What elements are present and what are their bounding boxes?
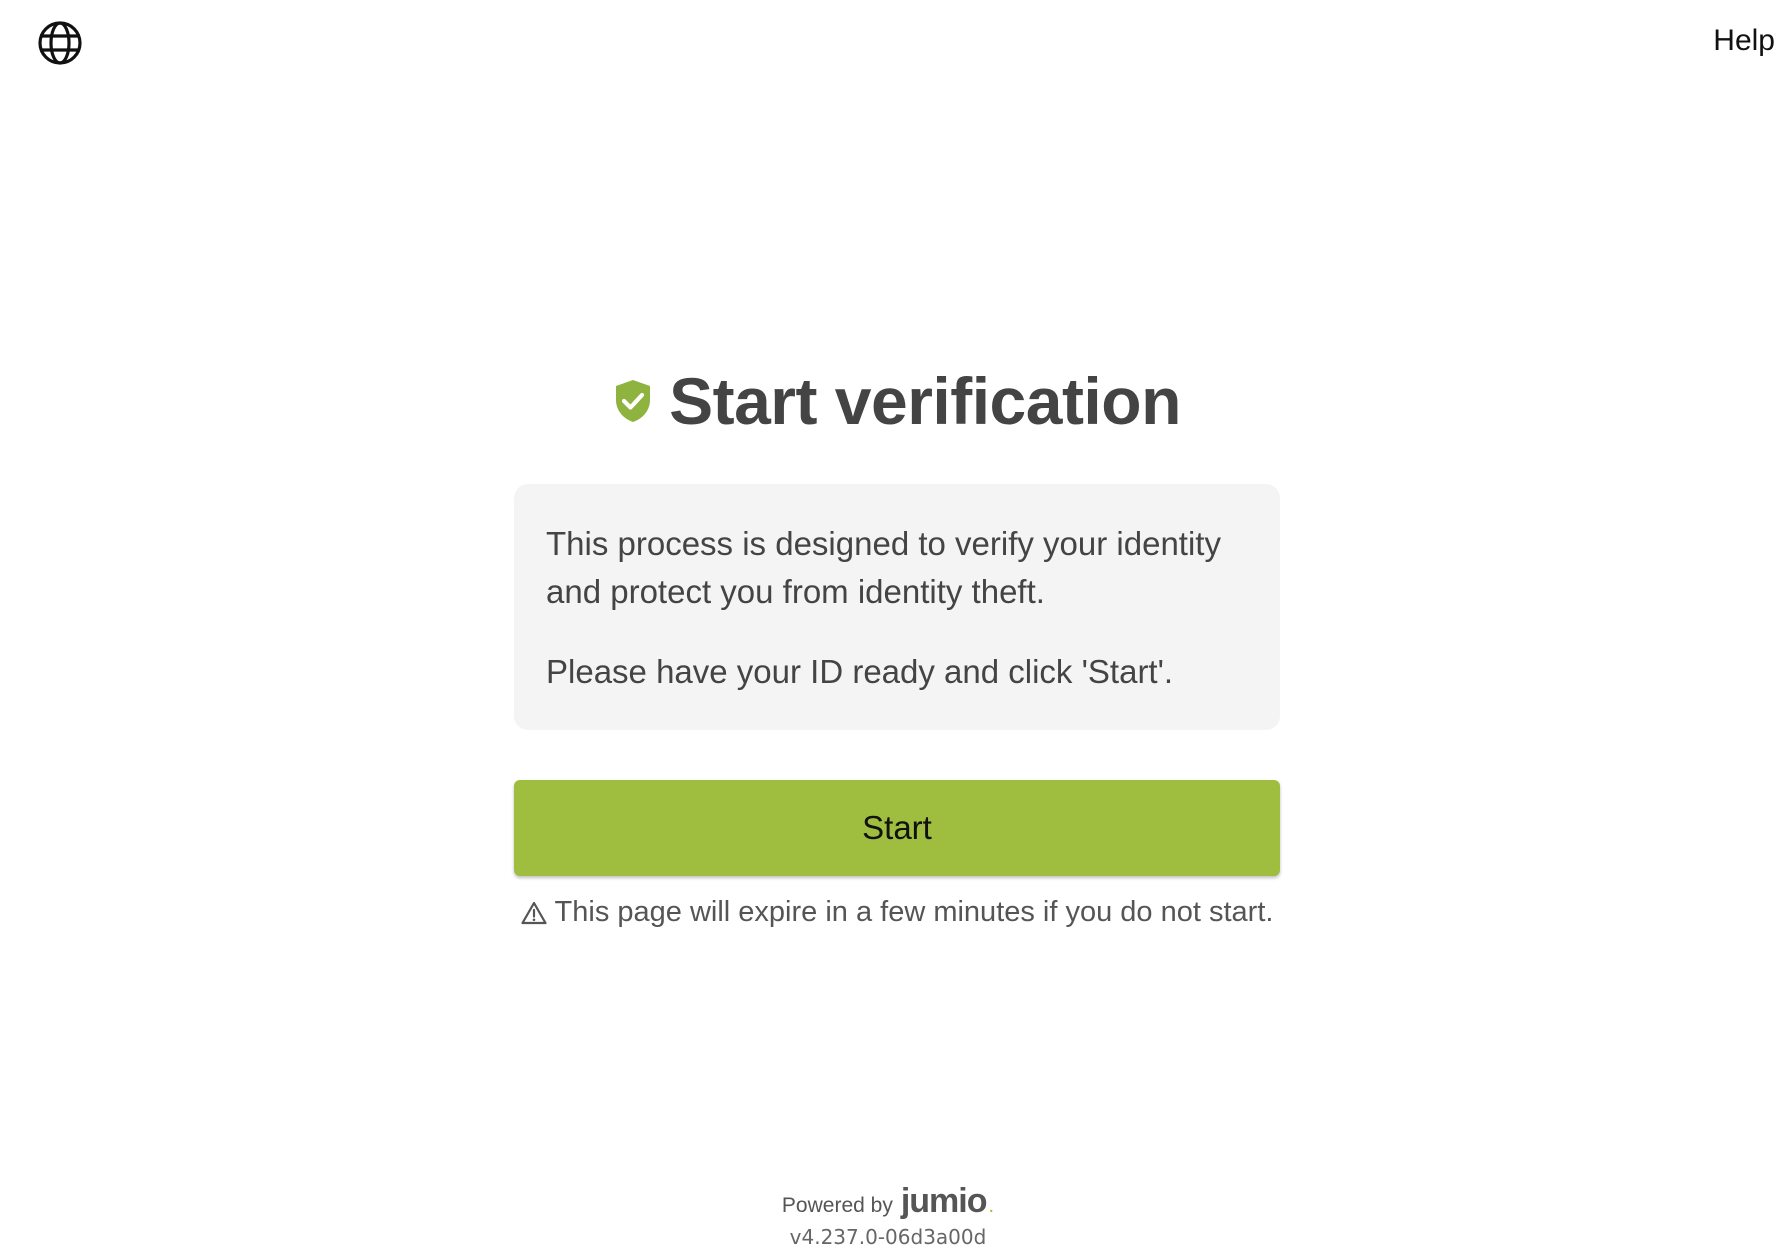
verification-page: Help Start verification This process is …	[0, 0, 1776, 1254]
footer: Powered by jumio. v4.237.0-06d3a00d	[0, 1182, 1776, 1249]
page-title: Start verification	[669, 364, 1181, 438]
help-link[interactable]: Help	[1713, 24, 1776, 58]
powered-by-label: Powered by	[781, 1194, 893, 1217]
shield-check-icon	[616, 380, 651, 422]
warning-triangle-icon	[520, 901, 547, 924]
expire-notice-text: This page will expire in a few minutes i…	[554, 896, 1274, 928]
jumio-logo: jumio	[900, 1182, 988, 1220]
main-content: Start verification This process is desig…	[514, 360, 1280, 929]
expire-notice: This page will expire in a few minutes i…	[514, 896, 1280, 929]
powered-by: Powered by jumio.	[0, 1182, 1776, 1221]
info-paragraph-instructions: Please have your ID ready and click 'Sta…	[546, 653, 1174, 690]
info-box: This process is designed to verify your …	[514, 484, 1280, 730]
start-button[interactable]: Start	[514, 780, 1280, 876]
title-row: Start verification	[514, 360, 1280, 442]
info-paragraph-identity: This process is designed to verify your …	[546, 525, 1221, 610]
language-selector[interactable]	[36, 19, 84, 67]
jumio-logo-dot: .	[988, 1195, 995, 1217]
version-label: v4.237.0-06d3a00d	[789, 1225, 987, 1249]
globe-icon	[38, 21, 82, 65]
